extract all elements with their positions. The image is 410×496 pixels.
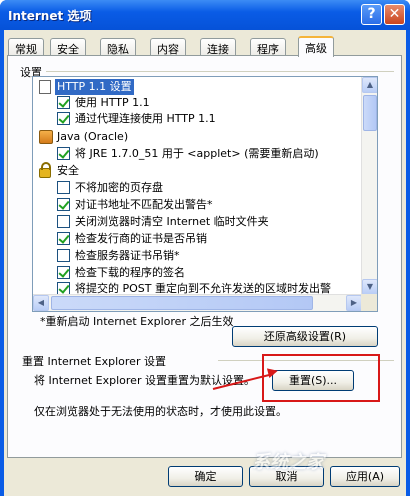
checkbox[interactable] [57, 112, 70, 125]
settings-item-label: 不将加密的页存盘 [75, 181, 163, 194]
checkbox[interactable] [57, 266, 70, 279]
settings-item-label: 通过代理连接使用 HTTP 1.1 [75, 112, 216, 125]
window-title: Internet 选项 [8, 9, 92, 23]
scroll-corner [361, 294, 377, 311]
settings-list[interactable]: HTTP 1.1 设置 使用 HTTP 1.1 通过代理连接使用 HTTP 1.… [32, 76, 378, 312]
reset-group-label: 重置 Internet Explorer 设置 [22, 355, 166, 368]
java-icon [39, 130, 53, 144]
checkbox[interactable] [57, 198, 70, 211]
settings-item-label: 使用 HTTP 1.1 [75, 96, 150, 109]
tab-advanced[interactable]: 高级 [298, 36, 334, 57]
checkbox[interactable] [57, 181, 70, 194]
settings-item-label: 检查发行商的证书是否吊销 [75, 232, 207, 245]
scroll-down-button[interactable]: ▼ [362, 279, 377, 295]
chevron-left-icon: ◀ [37, 298, 45, 307]
checkbox[interactable] [57, 147, 70, 160]
settings-item-label: 安全 [57, 164, 79, 177]
scroll-right-button[interactable]: ▶ [346, 295, 362, 311]
tab-connections[interactable]: 连接 [200, 38, 236, 56]
lock-icon [39, 162, 51, 178]
chevron-down-icon: ▼ [366, 282, 374, 291]
dialog-body: 常规 安全 隐私 内容 连接 程序 高级 设置 HTTP 1.1 设置 使用 H… [4, 30, 406, 496]
settings-item-label: 检查下载的程序的签名 [75, 266, 185, 279]
close-icon: ✕ [388, 6, 401, 22]
tab-programs[interactable]: 程序 [250, 38, 286, 56]
vertical-scroll-thumb[interactable] [363, 95, 377, 131]
horizontal-scroll-thumb[interactable] [51, 296, 313, 310]
settings-item-label: HTTP 1.1 设置 [55, 79, 134, 95]
restart-note: *重新启动 Internet Explorer 之后生效 [40, 315, 234, 328]
scroll-left-button[interactable]: ◀ [33, 295, 49, 311]
ok-button[interactable]: 确定 [168, 466, 243, 487]
vertical-scrollbar[interactable]: ▲ ▼ [361, 77, 377, 295]
internet-options-window: Internet 选项 ? ✕ 常规 安全 隐私 内容 连接 程序 高级 设置 … [0, 0, 410, 496]
tab-privacy[interactable]: 隐私 [100, 38, 136, 56]
tab-general[interactable]: 常规 [8, 38, 44, 56]
settings-item-label: 对证书地址不匹配发出警告* [75, 198, 213, 211]
horizontal-scrollbar[interactable]: ◀ ▶ [33, 294, 363, 311]
help-button[interactable]: ? [361, 4, 382, 25]
chevron-up-icon: ▲ [366, 80, 374, 89]
tab-content[interactable]: 内容 [150, 38, 186, 56]
checkbox[interactable] [57, 249, 70, 262]
settings-item-label: 关闭浏览器时清空 Internet 临时文件夹 [75, 215, 269, 228]
document-icon [39, 80, 51, 94]
settings-item-label: 检查服务器证书吊销* [75, 249, 180, 262]
settings-item-label: 将 JRE 1.7.0_51 用于 <applet> (需要重新启动) [75, 147, 319, 160]
highlight-box [262, 354, 380, 402]
tab-security[interactable]: 安全 [50, 38, 86, 56]
settings-group-line [46, 71, 394, 72]
close-button[interactable]: ✕ [384, 4, 405, 25]
settings-item-label: Java (Oracle) [57, 130, 129, 143]
restore-advanced-button[interactable]: 还原高级设置(R) [232, 326, 378, 347]
checkbox[interactable] [57, 96, 70, 109]
checkbox[interactable] [57, 215, 70, 228]
title-bar[interactable]: Internet 选项 ? ✕ [0, 0, 410, 30]
checkbox[interactable] [57, 232, 70, 245]
watermark-logo: 系统之家 [252, 452, 324, 473]
scroll-up-button[interactable]: ▲ [362, 77, 377, 93]
reset-note: 仅在浏览器处于无法使用的状态时，才使用此设置。 [34, 405, 287, 418]
question-icon: ? [367, 6, 376, 22]
chevron-right-icon: ▶ [350, 298, 358, 307]
